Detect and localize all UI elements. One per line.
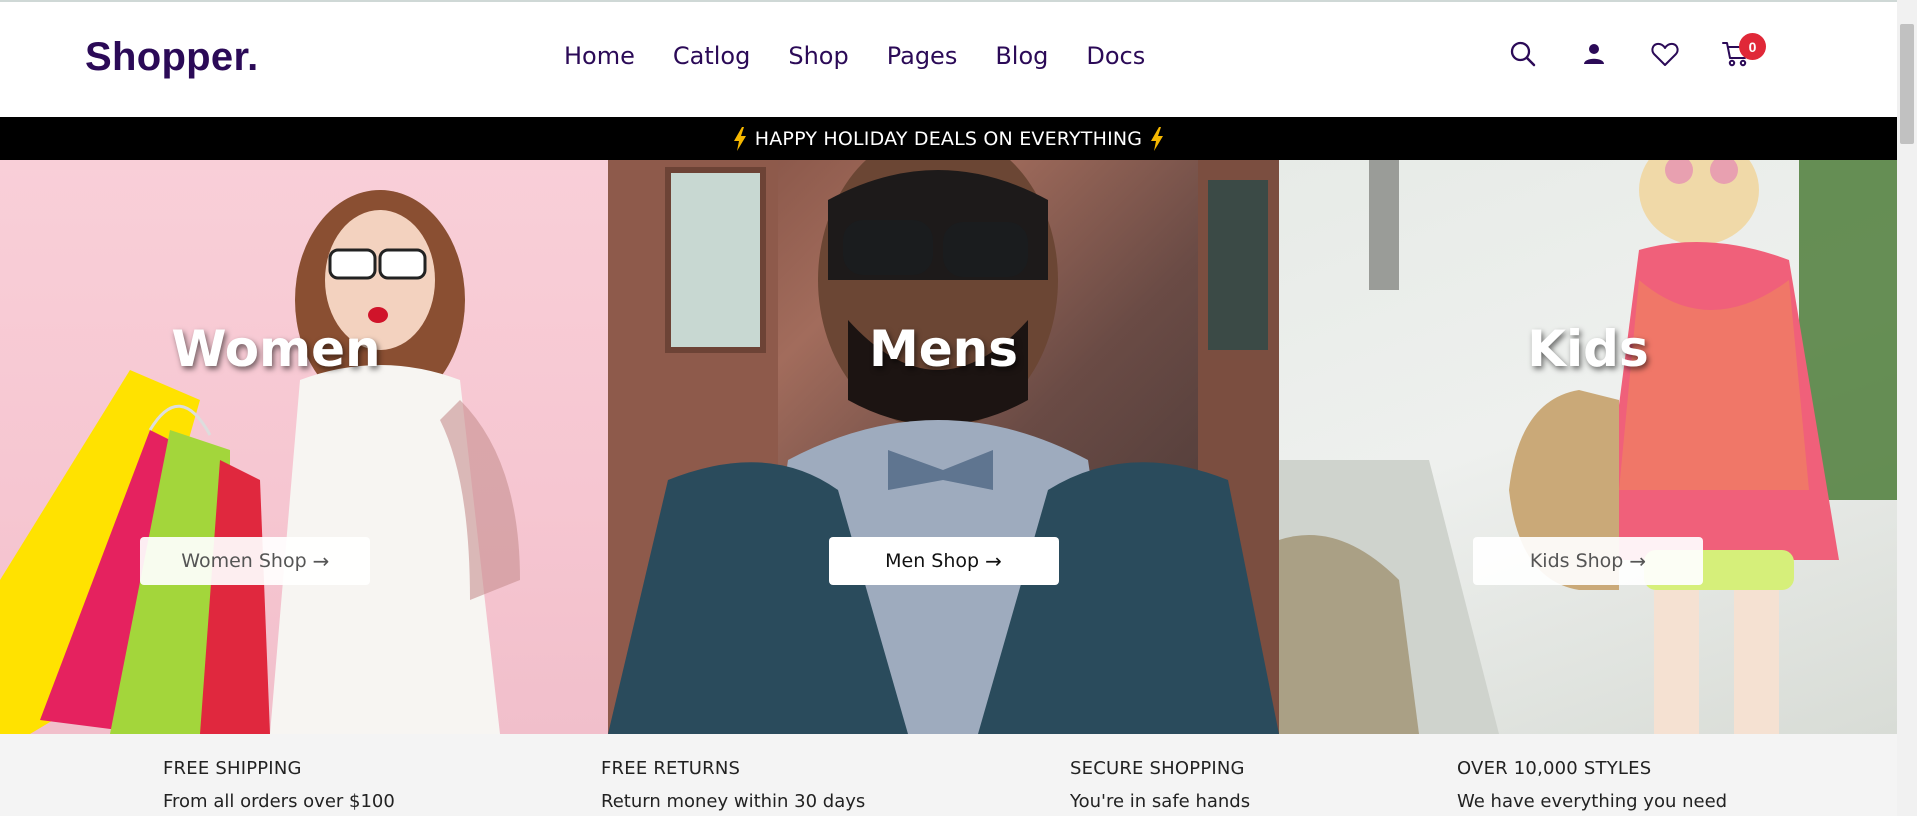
nav-link-catlog[interactable]: Catlog [673, 42, 750, 70]
user-icon [1584, 44, 1604, 64]
hero-panel-kids[interactable]: Kids Kids Shop → [1279, 160, 1897, 734]
hero-panel-mens[interactable]: Mens Men Shop → [608, 160, 1279, 734]
wishlist-button[interactable] [1647, 36, 1683, 72]
arrow-right-icon: → [1629, 549, 1647, 573]
feature-subtitle: You're in safe hands [1070, 791, 1251, 812]
hero-title-women: Women [171, 320, 381, 378]
account-button[interactable] [1576, 36, 1612, 72]
feature-free-returns: FREE RETURNS Return money within 30 days [601, 758, 865, 812]
nav-link-home[interactable]: Home [564, 42, 635, 70]
kids-shop-button[interactable]: Kids Shop → [1473, 537, 1703, 585]
feature-title: OVER 10,000 STYLES [1457, 758, 1652, 779]
features-bar: FREE SHIPPING From all orders over $100 … [0, 734, 1897, 816]
promo-bar: HAPPY HOLIDAY DEALS ON EVERYTHING [0, 117, 1897, 160]
women-photo [0, 160, 608, 734]
women-shop-button[interactable]: Women Shop → [140, 537, 371, 585]
men-shop-button[interactable]: Men Shop → [828, 537, 1059, 585]
women-shop-label: Women Shop [181, 550, 307, 572]
feature-title: FREE RETURNS [601, 758, 741, 779]
feature-subtitle: From all orders over $100 [163, 791, 395, 812]
feature-title: FREE SHIPPING [163, 758, 302, 779]
hero-title-mens: Mens [868, 320, 1019, 378]
feature-styles: OVER 10,000 STYLES We have everything yo… [1457, 758, 1727, 812]
arrow-right-icon: → [985, 549, 1002, 573]
page-scrollbar[interactable] [1897, 0, 1917, 816]
men-shop-label: Men Shop [885, 550, 980, 572]
arrow-right-icon: → [312, 549, 330, 573]
mens-photo [608, 160, 1279, 734]
heart-icon [1651, 42, 1679, 66]
cart-count-badge: 0 [1739, 33, 1766, 60]
feature-subtitle: Return money within 30 days [601, 791, 866, 812]
site-header: Shopper. Home Catlog Shop Pages Blog Doc… [0, 2, 1897, 117]
nav-link-pages[interactable]: Pages [887, 42, 958, 70]
nav-link-shop[interactable]: Shop [788, 42, 848, 70]
cart-button[interactable]: 0 [1718, 33, 1766, 72]
promo-text: HAPPY HOLIDAY DEALS ON EVERYTHING [754, 127, 1143, 150]
header-actions: 0 [1505, 33, 1789, 72]
search-button[interactable] [1505, 36, 1541, 72]
nav-link-blog[interactable]: Blog [995, 42, 1048, 70]
lightning-icon [733, 126, 746, 151]
lightning-icon [1151, 126, 1164, 151]
feature-title: SECURE SHOPPING [1070, 758, 1245, 779]
scrollbar-thumb[interactable] [1900, 24, 1914, 144]
hero-title-kids: Kids [1527, 320, 1649, 378]
kids-photo [1279, 160, 1897, 734]
feature-free-shipping: FREE SHIPPING From all orders over $100 [163, 758, 395, 812]
site-logo[interactable]: Shopper. [85, 35, 259, 80]
kids-shop-label: Kids Shop [1529, 550, 1624, 572]
hero-panel-women[interactable]: Women Women Shop → [0, 160, 608, 734]
search-icon [1510, 41, 1536, 67]
nav-link-docs[interactable]: Docs [1086, 42, 1145, 70]
feature-subtitle: We have everything you need [1457, 791, 1728, 812]
main-nav: Home Catlog Shop Pages Blog Docs [545, 42, 1164, 70]
feature-secure-shopping: SECURE SHOPPING You're in safe hands [1070, 758, 1250, 812]
